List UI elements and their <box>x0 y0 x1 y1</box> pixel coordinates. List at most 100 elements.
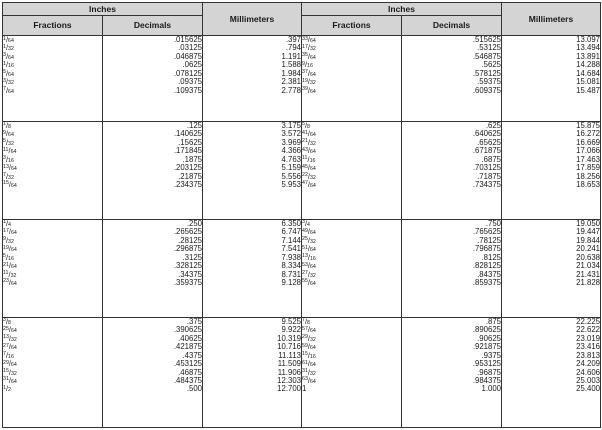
fraction-value: 41/64 <box>302 129 316 139</box>
left-fraction-column-cell: 1/8 9/64 5/32 11/64 3/16 13/64 7/32 15/64 <box>2 120 103 220</box>
right-fraction-column-cell: 3/4 49/64 25/32 51/64 13/16 53/64 27/32 55/64 <box>301 218 402 318</box>
fraction-value: 25/64 <box>3 325 17 335</box>
fraction-value: 27/64 <box>3 342 17 352</box>
fraction-value: 39/64 <box>302 85 316 95</box>
fraction-value: 27/32 <box>302 269 316 279</box>
fraction-value: 1 <box>302 384 307 394</box>
fraction-value: 11/32 <box>3 269 17 279</box>
left-decimal-column-cell: .125.140625.15625.171845.1875.203125.218… <box>102 120 203 220</box>
millimeter-value: 18.653 <box>576 179 600 189</box>
fraction-value: 11/16 <box>302 154 316 164</box>
left-mm-column-cell: 3.175 3.572 3.969 4.366 4.763 5.159 5.556 5.953 <box>202 120 302 220</box>
table-body: 1/64 1/32 3/64 1/16 5/64 3/32 7/64.015625.0312… <box>2 35 601 429</box>
fraction-value: 25/32 <box>302 235 316 245</box>
fraction-value: 19/32 <box>302 77 316 87</box>
millimeters-header-right: Millimeters <box>501 2 601 36</box>
fractions-header-left: Fractions <box>2 15 103 36</box>
left-decimal-column-cell: .015625.03125.046875.0625.078125.09375.1… <box>102 35 203 122</box>
left-decimal-column-cell: .250.265625.28125.296875.3125.328125.343… <box>102 218 203 318</box>
right-mm-column-cell: 19.050 19.447 19.844 20.241 20.638 21.034 21.4… <box>501 218 601 318</box>
left-fraction-column-cell: 1/4 17/64 9/32 19/64 5/16 21/64 11/32 23/64 <box>2 218 103 318</box>
fraction-value: 3/16 <box>3 154 14 164</box>
table-header: Inches Millimeters Inches Millimeters Fr… <box>2 2 601 36</box>
table-row-block: 1/8 9/64 5/32 11/64 3/16 13/64 7/32 15/64.125.1… <box>2 120 601 220</box>
right-decimal-column-cell: .750.765625.78125.796875.8125.828125.843… <box>401 218 502 318</box>
fraction-value: 5/16 <box>3 252 14 262</box>
fraction-value: 1/32 <box>3 43 14 53</box>
fraction-value: 33/64 <box>302 35 316 44</box>
fraction-value: 49/64 <box>302 227 316 237</box>
fraction-value: 21/64 <box>3 261 17 271</box>
fraction-value: 9/32 <box>3 235 14 245</box>
fraction-value: 43/64 <box>302 146 316 156</box>
fraction-value: 29/32 <box>302 333 316 343</box>
fraction-value: 11/64 <box>3 146 17 156</box>
fraction-value: 1/8 <box>3 120 11 130</box>
decimal-value: .359375 <box>173 277 202 287</box>
fraction-value: 13/64 <box>3 163 17 173</box>
fraction-value: 17/64 <box>3 227 17 237</box>
decimal-value: .859375 <box>472 277 501 287</box>
fraction-value: 19/64 <box>3 244 17 254</box>
right-fraction-column-cell: 7/8 57/64 29/32 59/64 15/16 61/64 31/32 63/64 1 <box>301 316 402 429</box>
fraction-value: 17/32 <box>302 43 316 53</box>
conversion-chart: Inches Millimeters Inches Millimeters Fr… <box>2 2 601 429</box>
millimeter-value: 25.400 <box>576 384 600 394</box>
left-fraction-column-cell: 1/64 1/32 3/64 1/16 5/64 3/32 7/64 <box>2 35 103 122</box>
fraction-value: 21/32 <box>302 137 316 147</box>
decimal-value: .609375 <box>472 85 501 95</box>
decimal-value: 1.000 <box>481 384 501 394</box>
fraction-value: 51/64 <box>302 244 316 254</box>
right-fraction-column-cell: 33/64 17/32 35/64 9/16 37/64 19/32 39/64 <box>301 35 402 122</box>
millimeters-header-left: Millimeters <box>202 2 302 36</box>
fraction-value: 15/64 <box>3 179 17 189</box>
fraction-value: 1/2 <box>3 384 11 394</box>
left-mm-column-cell: 6.350 6.747 7.144 7.541 7.938 8.334 8.731 9.128 <box>202 218 302 318</box>
millimeter-value: 9.128 <box>281 277 301 287</box>
fraction-value: 5/32 <box>3 137 14 147</box>
table-row-block: 3/8 25/64 13/32 27/64 7/16 29/64 15/32 31/64 1/2… <box>2 316 601 429</box>
fraction-value: 7/8 <box>302 316 310 326</box>
table-row-block: 1/4 17/64 9/32 19/64 5/16 21/64 11/32 23/64.250… <box>2 218 601 318</box>
fraction-value: 23/64 <box>3 277 17 287</box>
right-mm-column-cell: 22.225 22.622 23.019 23.416 23.813 24.209 24.6… <box>501 316 601 429</box>
fraction-value: 29/64 <box>3 359 17 369</box>
fraction-value: 13/32 <box>3 333 17 343</box>
fraction-value: 45/64 <box>302 163 316 173</box>
fraction-value: 55/64 <box>302 277 316 287</box>
fraction-value: 13/16 <box>302 252 316 262</box>
fraction-value: 61/64 <box>302 359 316 369</box>
inches-group-header-left: Inches <box>2 2 203 16</box>
fraction-value: 1/4 <box>3 218 11 228</box>
fraction-value: 9/16 <box>302 60 313 70</box>
fraction-value: 3/32 <box>3 77 14 87</box>
left-mm-column-cell: .397.794 1.191 1.588 1.984 2.381 2.778 <box>202 35 302 122</box>
fraction-value: 57/64 <box>302 325 316 335</box>
fraction-value: 7/64 <box>3 85 14 95</box>
millimeter-value: 2.778 <box>281 85 301 95</box>
millimeter-value: 21.828 <box>576 277 600 287</box>
decimals-header-right: Decimals <box>401 15 502 36</box>
right-decimal-column-cell: .515625.53125.546875.5625.578125.59375.6… <box>401 35 502 122</box>
fraction-value: 31/32 <box>302 367 316 377</box>
table-row-block: 1/64 1/32 3/64 1/16 5/64 3/32 7/64.015625.0312… <box>2 35 601 122</box>
fraction-value: 15/16 <box>302 350 316 360</box>
fraction-value: 5/64 <box>3 68 14 78</box>
fraction-value: 3/64 <box>3 51 14 61</box>
inches-group-header-right: Inches <box>301 2 502 16</box>
decimal-value: .234375 <box>173 179 202 189</box>
fraction-value: 1/64 <box>3 35 14 44</box>
fraction-value: 3/4 <box>302 218 310 228</box>
decimal-value: .734375 <box>472 179 501 189</box>
right-decimal-column-cell: .875.890625.90625.921875.9375.953125.968… <box>401 316 502 429</box>
fraction-value: 15/32 <box>3 367 17 377</box>
right-mm-column-cell: 15.875 16.272 16.669 17.066 17.463 17.859 18.2… <box>501 120 601 220</box>
conversion-table: Inches Millimeters Inches Millimeters Fr… <box>2 2 601 429</box>
right-fraction-column-cell: 5/8 41/64 21/32 43/64 11/16 45/64 22/32 47/64 <box>301 120 402 220</box>
left-decimal-column-cell: .375.390625.40625.421875.4375.453125.468… <box>102 316 203 429</box>
fraction-value: 59/64 <box>302 342 316 352</box>
fraction-value: 7/16 <box>3 350 14 360</box>
decimal-value: .500 <box>186 384 202 394</box>
decimal-value: .109375 <box>173 85 202 95</box>
decimals-header-left: Decimals <box>102 15 203 36</box>
